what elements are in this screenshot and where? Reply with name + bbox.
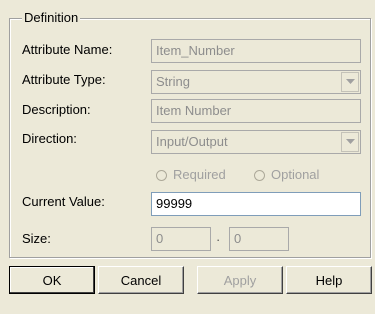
radio-circle-icon bbox=[156, 169, 167, 181]
direction-select[interactable]: Input/Output bbox=[151, 130, 361, 154]
attribute-type-label: Attribute Type: bbox=[22, 72, 106, 87]
size-label: Size: bbox=[22, 231, 51, 246]
required-label: Required bbox=[173, 167, 226, 182]
ok-button[interactable]: OK bbox=[9, 266, 95, 294]
chevron-down-icon bbox=[345, 139, 355, 144]
direction-label: Direction: bbox=[22, 131, 77, 146]
attribute-type-select[interactable]: String bbox=[151, 70, 361, 94]
definition-title: Definition bbox=[22, 10, 81, 25]
description-label: Description: bbox=[22, 102, 91, 117]
attribute-type-dropdown-button[interactable] bbox=[341, 72, 359, 92]
size-from-field[interactable]: 0 bbox=[151, 227, 211, 251]
current-value-label: Current Value: bbox=[22, 194, 105, 209]
radio-circle-icon bbox=[254, 169, 265, 181]
cancel-button[interactable]: Cancel bbox=[98, 266, 184, 294]
description-field[interactable]: Item Number bbox=[151, 99, 361, 123]
attribute-name-label: Attribute Name: bbox=[22, 42, 113, 57]
direction-value: Input/Output bbox=[156, 134, 228, 149]
help-button[interactable]: Help bbox=[286, 266, 372, 294]
current-value-input[interactable]: 99999 bbox=[151, 192, 361, 216]
attribute-type-value: String bbox=[156, 74, 190, 89]
attribute-name-field[interactable]: Item_Number bbox=[151, 39, 361, 63]
size-to-field[interactable]: 0 bbox=[229, 227, 289, 251]
direction-dropdown-button[interactable] bbox=[341, 132, 359, 152]
size-separator: · bbox=[216, 232, 221, 247]
required-radio[interactable]: Required bbox=[156, 167, 226, 183]
optional-label: Optional bbox=[271, 167, 320, 182]
apply-button[interactable]: Apply bbox=[197, 266, 283, 294]
optional-radio[interactable]: Optional bbox=[254, 167, 319, 183]
chevron-down-icon bbox=[345, 79, 355, 84]
